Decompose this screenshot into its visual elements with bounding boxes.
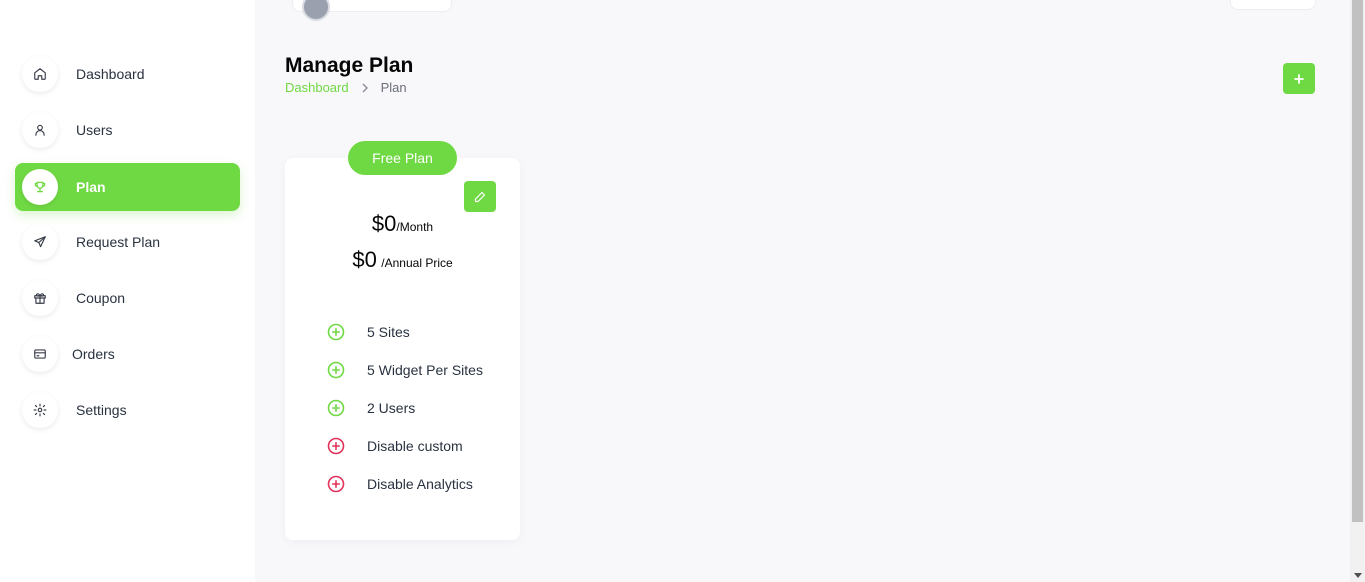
gift-icon [22,280,58,316]
sidebar-item-label: Users [76,122,113,138]
plus-circle-icon [327,323,345,341]
monthly-price-amount: $0 [371,211,397,236]
feature-label: 5 Sites [367,324,410,340]
sidebar-item-request-plan[interactable]: Request Plan [15,218,240,266]
plus-circle-icon [327,361,345,379]
feature-label: 2 Users [367,400,416,416]
feature-item: 5 Widget Per Sites [327,361,483,379]
home-icon [22,56,58,92]
monthly-price-unit: /Month [396,220,434,234]
sidebar-item-plan[interactable]: Plan [15,163,240,211]
plus-circle-icon-disabled [327,475,345,493]
feature-label: Disable Analytics [367,476,473,492]
breadcrumb-current: Plan [380,80,407,95]
chevron-right-icon [361,83,369,93]
feature-item: 2 Users [327,399,415,417]
feature-item: Disable Analytics [327,475,473,493]
user-menu[interactable] [292,0,452,21]
feature-label: 5 Widget Per Sites [367,362,483,378]
sidebar-item-orders[interactable]: Orders [15,330,240,378]
feature-label: Disable custom [367,438,463,454]
annual-price: $0 /Annual Price [285,247,520,273]
send-icon [22,224,58,260]
plan-name-badge: Free Plan [348,141,457,175]
avatar [302,0,330,21]
scrollbar[interactable] [1350,0,1365,582]
credit-card-icon [22,336,58,372]
sidebar-item-label: Dashboard [76,66,145,82]
scrollbar-thumb[interactable] [1352,0,1363,522]
edit-plan-button[interactable] [464,181,496,212]
page-title: Manage Plan [285,54,414,77]
sidebar-item-dashboard[interactable]: Dashboard [15,50,240,98]
user-icon [22,112,58,148]
sidebar: Dashboard Users Plan Request Plan Coupon… [0,0,255,582]
trophy-icon [22,169,58,205]
sidebar-item-settings[interactable]: Settings [15,386,240,434]
feature-item: Disable custom [327,437,463,455]
sidebar-item-label: Plan [76,179,106,195]
breadcrumb: Dashboard Plan [285,80,407,95]
gear-icon [22,392,58,428]
language-menu[interactable] [1230,0,1316,10]
breadcrumb-dashboard-link[interactable]: Dashboard [285,80,349,95]
add-plan-button[interactable] [1283,63,1315,94]
monthly-price: $0/Month [285,211,520,237]
sidebar-item-coupon[interactable]: Coupon [15,274,240,322]
feature-item: 5 Sites [327,323,410,341]
plus-circle-icon-disabled [327,437,345,455]
sidebar-item-label: Request Plan [76,234,161,250]
sidebar-item-label: Coupon [76,290,126,306]
annual-price-unit: /Annual Price [381,256,453,270]
sidebar-item-label: Settings [76,402,127,418]
sidebar-item-label: Orders [72,346,115,362]
scroll-down-arrow-icon[interactable] [1354,573,1362,578]
plus-circle-icon [327,399,345,417]
plus-icon [1294,73,1304,84]
annual-price-amount: $0 [352,247,377,272]
pencil-icon [474,191,486,203]
sidebar-item-users[interactable]: Users [15,106,240,154]
